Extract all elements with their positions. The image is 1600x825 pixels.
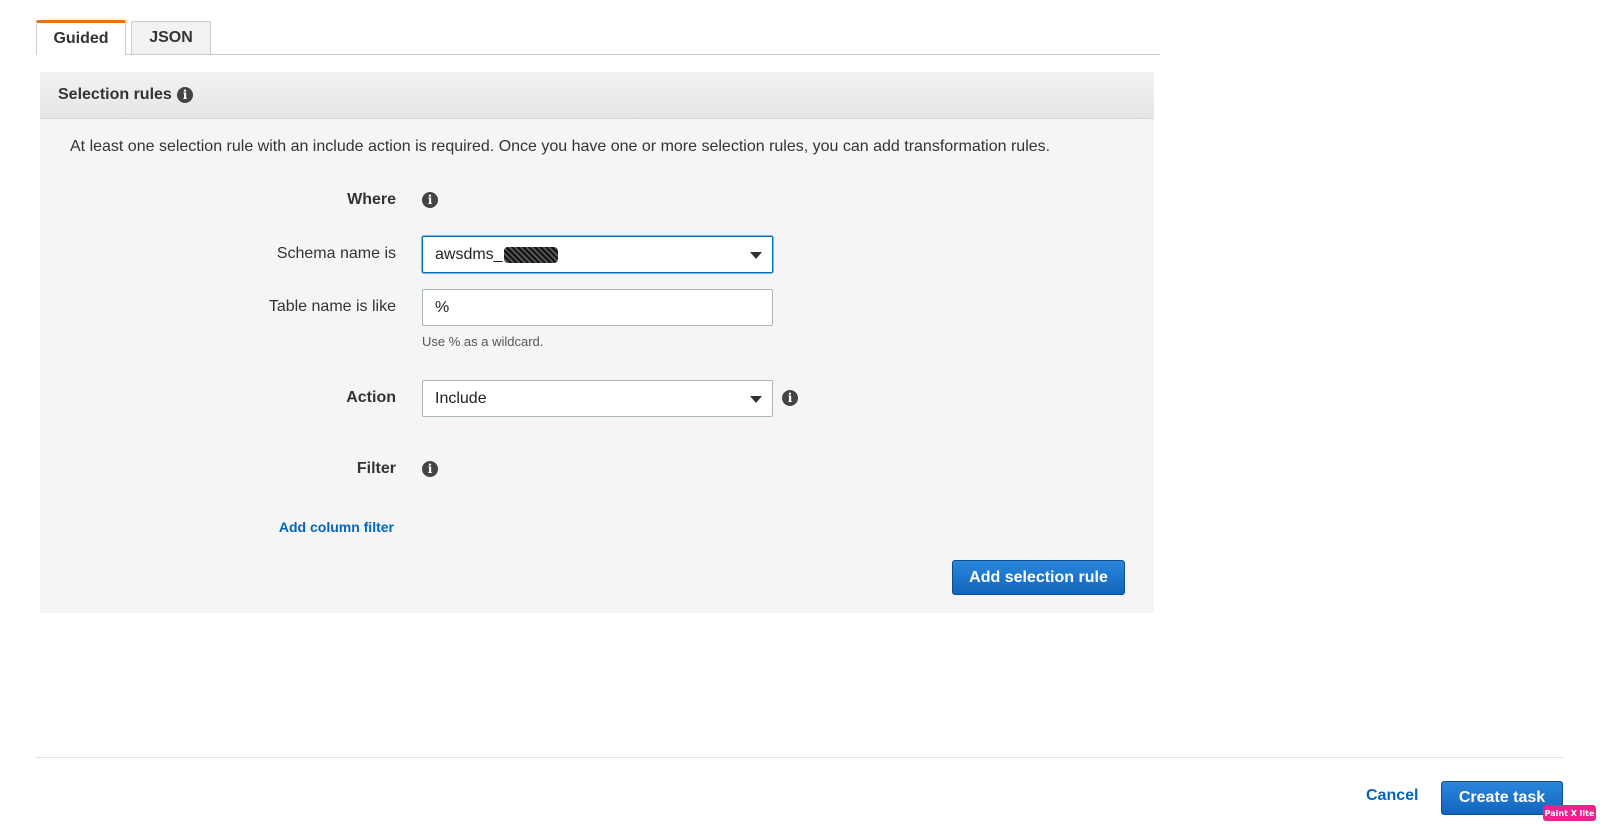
schema-name-label: Schema name is	[276, 245, 396, 262]
where-label: Where	[347, 191, 396, 208]
tab-guided[interactable]: Guided	[36, 20, 126, 55]
action-info-icon[interactable]: i	[782, 390, 798, 406]
schema-name-select[interactable]: awsdms_	[422, 236, 773, 273]
tab-json[interactable]: JSON	[131, 21, 211, 54]
panel-header: Selection rules i	[40, 72, 1154, 119]
panel-title: Selection rules	[58, 86, 172, 103]
filter-info-icon[interactable]: i	[422, 461, 438, 477]
caret-down-icon	[750, 252, 762, 259]
action-value: Include	[435, 390, 487, 407]
selection-rules-panel: Selection rules i At least one selection…	[40, 72, 1154, 613]
tab-bar: Guided JSON	[36, 20, 1160, 55]
info-icon[interactable]: i	[177, 87, 193, 103]
add-selection-rule-button[interactable]: Add selection rule	[952, 560, 1125, 595]
action-select[interactable]: Include	[422, 380, 773, 417]
where-info-icon[interactable]: i	[422, 192, 438, 208]
footer-divider	[36, 757, 1564, 758]
cancel-button[interactable]: Cancel	[1366, 787, 1418, 805]
add-column-filter-link[interactable]: Add column filter	[194, 519, 394, 535]
filter-label: Filter	[356, 460, 396, 477]
paint-x-lite-badge: Paint X lite	[1543, 805, 1596, 821]
table-name-label: Table name is like	[268, 298, 396, 315]
schema-name-value: awsdms_	[435, 246, 503, 263]
redacted-mark	[503, 246, 558, 263]
caret-down-icon	[750, 396, 762, 403]
panel-description: At least one selection rule with an incl…	[70, 138, 1051, 155]
table-name-hint: Use % as a wildcard.	[422, 334, 544, 349]
action-label: Action	[346, 389, 396, 406]
table-name-input[interactable]	[422, 289, 773, 326]
